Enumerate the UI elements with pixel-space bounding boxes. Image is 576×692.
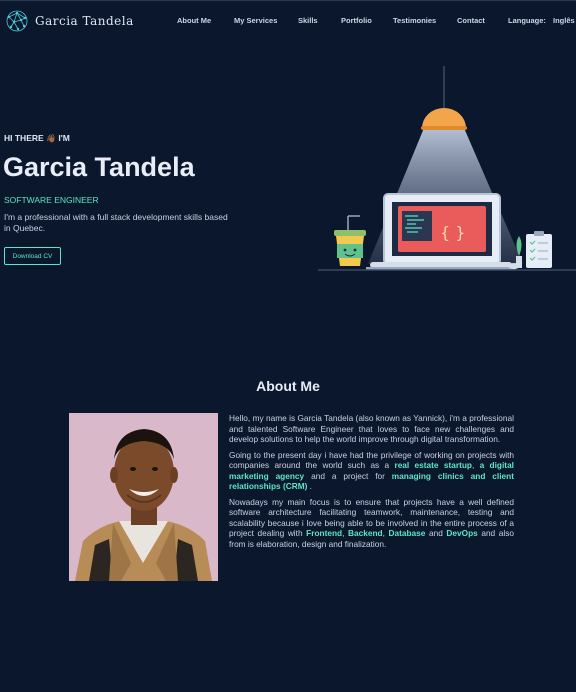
about-title: About Me [256, 378, 320, 394]
nav-link-skills[interactable]: Skills [298, 16, 318, 25]
svg-text:{ }: { } [440, 223, 465, 242]
navbar: Garcia Tandela About Me My Services Skil… [0, 0, 576, 40]
about-paragraph-2: Going to the present day i have had the … [229, 450, 514, 492]
about-p2-separator: , [471, 460, 480, 470]
about-text: Hello, my name is Garcia Tandela (also k… [229, 413, 514, 554]
greeting-suffix: I'M [58, 133, 70, 143]
profile-photo [69, 413, 218, 581]
language-selector[interactable]: Inglês [553, 16, 575, 25]
highlight-backend: Backend [348, 528, 383, 538]
hero-description: I'm a professional with a full stack dev… [4, 212, 228, 233]
about-paragraph-1: Hello, my name is Garcia Tandela (also k… [229, 413, 514, 444]
brand-name[interactable]: Garcia Tandela [35, 14, 134, 28]
highlight-frontend: Frontend [306, 528, 343, 538]
about-p2-middle: and a project for [304, 470, 392, 481]
hero-role: SOFTWARE ENGINEER [4, 195, 99, 205]
nav-link-testimonies[interactable]: Testimonies [393, 16, 436, 25]
about-paragraph-3: Nowadays my main focus is to ensure that… [229, 497, 514, 550]
highlight-real-estate: real estate startup [394, 460, 472, 470]
nav-link-contact[interactable]: Contact [457, 16, 485, 25]
hero-greeting: HI THERE 👋🏾 I'M [4, 133, 70, 143]
download-cv-button[interactable]: Download CV [4, 247, 61, 265]
nav-link-about[interactable]: About Me [177, 16, 211, 25]
greeting-text: HI THERE [4, 133, 44, 143]
network-globe-icon[interactable] [5, 9, 29, 33]
about-p3-and: and [425, 528, 447, 538]
language-label: Language: [508, 16, 546, 25]
about-p2-end: . [307, 481, 312, 491]
nav-link-services[interactable]: My Services [234, 16, 277, 25]
nav-link-portfolio[interactable]: Portfolio [341, 16, 372, 25]
developer-desk-illustration: { } [318, 66, 576, 271]
highlight-database: Database [388, 528, 426, 538]
lamp-shade [422, 108, 466, 128]
hero-name: Garcia Tandela [3, 152, 195, 182]
waving-hand-icon: 👋🏾 [46, 134, 57, 143]
highlight-devops: DevOps [446, 528, 478, 538]
